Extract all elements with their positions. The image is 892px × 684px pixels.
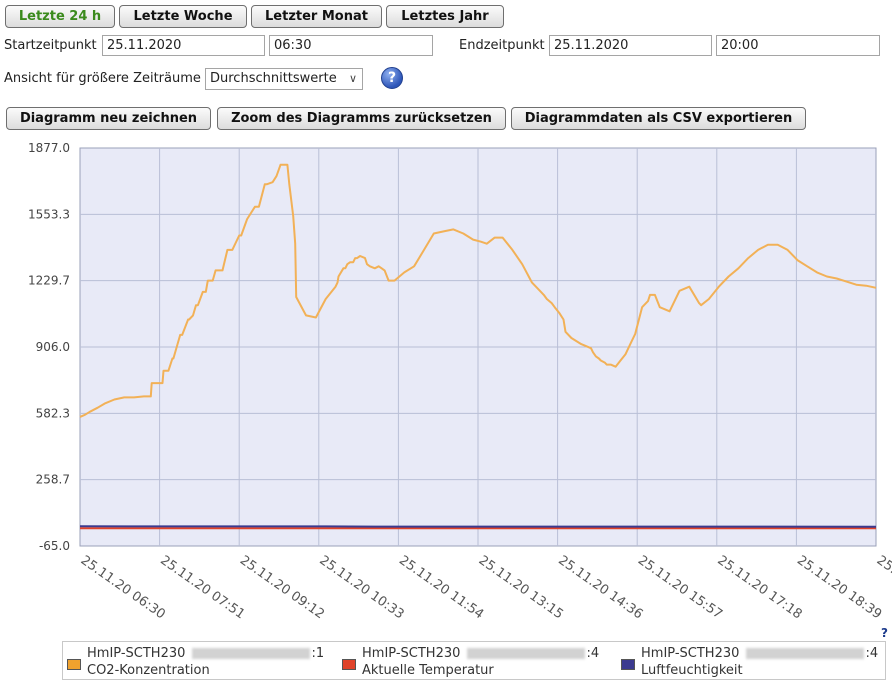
redacted-serial — [745, 648, 864, 659]
x-tick-label: 25. — [874, 553, 892, 577]
end-label: Endzeitpunkt — [459, 38, 545, 53]
view-select-value: Durchschnittswerte — [210, 71, 337, 86]
help-corner-icon[interactable]: ? — [881, 626, 888, 640]
last-24h-button[interactable]: Letzte 24 h — [5, 5, 115, 28]
x-tick-label: 25.11.20 07:51 — [157, 553, 247, 622]
y-tick-label: 1877.0 — [28, 141, 70, 155]
y-tick-label: 258.7 — [36, 473, 70, 487]
legend-channel: :4 — [586, 646, 600, 661]
export-csv-button[interactable]: Diagrammdaten als CSV exportieren — [511, 107, 806, 130]
redacted-serial — [191, 648, 310, 659]
x-tick-label: 25.11.20 11:54 — [396, 553, 486, 622]
x-tick-label: 25.11.20 06:30 — [78, 553, 168, 622]
chevron-down-icon: ∨ — [348, 72, 357, 85]
redraw-chart-button[interactable]: Diagramm neu zeichnen — [6, 107, 211, 130]
x-tick-label: 25.11.20 10:33 — [317, 553, 407, 622]
y-tick-label: 906.0 — [36, 340, 70, 354]
start-label: Startzeitpunkt — [4, 38, 97, 53]
redacted-serial — [466, 648, 585, 659]
y-tick-label: -65.0 — [39, 539, 70, 553]
legend-swatch-co2 — [67, 659, 81, 670]
x-tick-label: 25.11.20 13:15 — [476, 553, 566, 622]
last-week-button[interactable]: Letzte Woche — [119, 5, 247, 28]
legend-series-name: Aktuelle Temperatur — [362, 663, 494, 678]
x-tick-label: 25.11.20 14:36 — [555, 553, 645, 622]
reset-zoom-button[interactable]: Zoom des Diagramms zurücksetzen — [217, 107, 506, 130]
start-date-field[interactable]: 25.11.2020 — [102, 35, 265, 56]
x-tick-label: 25.11.20 09:12 — [237, 553, 327, 622]
chart-legend: HmIP-SCTH230 :1 CO2-Konzentration HmIP-S… — [62, 641, 886, 680]
legend-swatch-temperature — [342, 659, 356, 670]
view-label: Ansicht für größere Zeiträume — [4, 71, 201, 86]
x-tick-label: 25.11.20 15:57 — [635, 553, 725, 622]
end-date-field[interactable]: 25.11.2020 — [549, 35, 712, 56]
x-tick-label: 25.11.20 18:39 — [794, 553, 884, 622]
legend-device: HmIP-SCTH230 — [87, 646, 186, 661]
x-tick-label: 25.11.20 17:18 — [715, 553, 805, 622]
legend-device: HmIP-SCTH230 — [362, 646, 461, 661]
end-time-field[interactable]: 20:00 — [716, 35, 880, 56]
legend-channel: :1 — [311, 646, 325, 661]
last-year-button[interactable]: Letztes Jahr — [386, 5, 504, 28]
legend-swatch-humidity — [621, 659, 635, 670]
legend-series-name: CO2-Konzentration — [87, 663, 210, 678]
y-tick-label: 1229.7 — [28, 274, 70, 288]
legend-channel: :4 — [865, 646, 879, 661]
legend-series-name: Luftfeuchtigkeit — [641, 663, 743, 678]
last-month-button[interactable]: Letzter Monat — [251, 5, 382, 28]
help-icon[interactable]: ? — [381, 67, 403, 89]
y-tick-label: 582.3 — [36, 406, 70, 420]
start-time-field[interactable]: 06:30 — [269, 35, 433, 56]
line-chart[interactable]: 1877.0 1553.3 1229.7 906.0 582.3 258.7 -65.0 2… — [0, 138, 892, 636]
legend-device: HmIP-SCTH230 — [641, 646, 740, 661]
view-select[interactable]: Durchschnittswerte ∨ — [205, 68, 363, 90]
y-tick-label: 1553.3 — [28, 207, 70, 221]
